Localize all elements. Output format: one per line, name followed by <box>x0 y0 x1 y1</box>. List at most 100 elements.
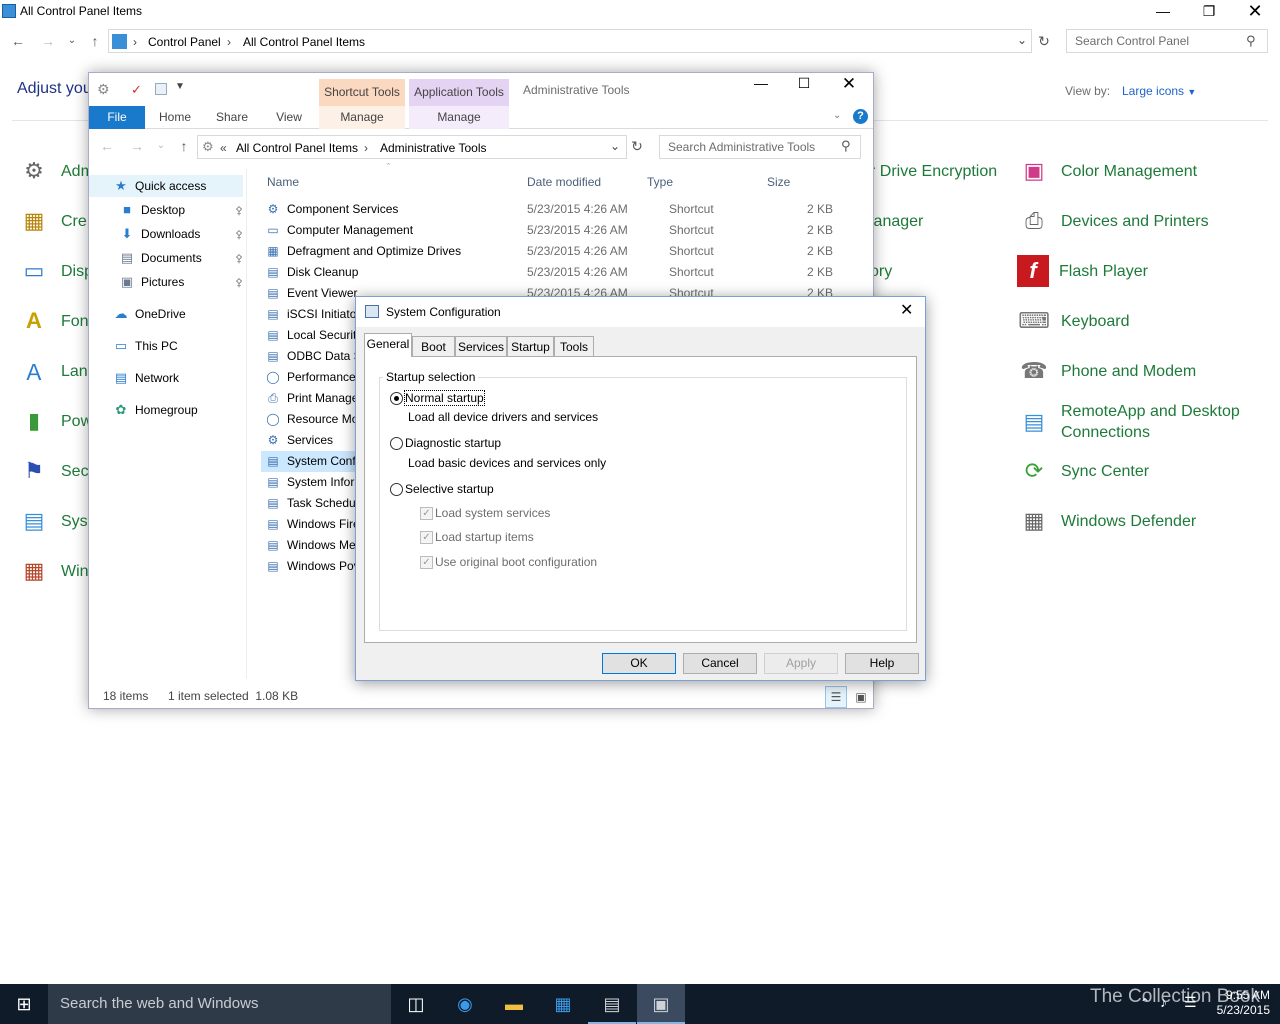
cp-item-security[interactable]: ⚑ Secu <box>17 451 97 491</box>
breadcrumb-control-panel[interactable]: Control Panel <box>148 35 221 49</box>
breadcrumb-all-items[interactable]: All Control Panel Items <box>236 141 358 155</box>
load-system-services-label[interactable]: Load system services <box>435 506 550 520</box>
customize-toolbar-icon[interactable]: ▼ <box>175 81 185 92</box>
cp-item-language[interactable]: Ａ Lan <box>17 351 88 391</box>
search-input[interactable]: Search Control Panel <box>1066 29 1268 53</box>
tab-manage-shortcut[interactable]: Manage <box>319 106 405 129</box>
breadcrumb-overflow[interactable]: « <box>220 141 227 155</box>
ok-button[interactable]: OK <box>602 653 676 674</box>
tab-view[interactable]: View <box>265 106 313 129</box>
recent-locations-icon[interactable]: ⌄ <box>62 31 82 51</box>
store-icon[interactable]: ▦ <box>539 984 587 1024</box>
tab-manage-application[interactable]: Manage <box>409 106 509 129</box>
windows-start-icon[interactable]: ⊞ <box>0 984 48 1024</box>
file-row[interactable]: ▦ Defragment and Optimize Drives 5/23/2015… <box>265 241 865 262</box>
nav-network[interactable]: ▤ Network <box>89 367 247 389</box>
tab-startup[interactable]: Startup <box>507 336 554 357</box>
close-button[interactable]: ✕ <box>900 300 913 320</box>
apply-button[interactable]: Apply <box>764 653 838 674</box>
cp-item-display[interactable]: ▭ Disp <box>17 251 93 291</box>
tab-share[interactable]: Share <box>207 106 257 129</box>
chevron-down-icon[interactable]: ▼ <box>1187 87 1196 97</box>
cp-item-bitlocker[interactable]: r Drive Encryption <box>870 151 997 191</box>
file-explorer-icon[interactable]: ▬ <box>490 984 538 1024</box>
cp-item-system[interactable]: ▤ Syst <box>17 501 93 541</box>
breadcrumb-separator-icon[interactable]: › <box>364 141 368 155</box>
cp-item-power-options[interactable]: ▮ Pow <box>17 401 92 441</box>
help-button[interactable]: Help <box>845 653 919 674</box>
nav-documents[interactable]: ▤ Documents ⚴ <box>89 247 247 269</box>
cp-item-remoteapp[interactable]: ▤ RemoteApp and Desktop Connections <box>1017 400 1257 444</box>
breadcrumb-all-items[interactable]: All Control Panel Items <box>243 35 365 49</box>
checkmark-icon[interactable]: ✓ <box>131 82 142 98</box>
column-date-modified[interactable]: Date modified <box>527 175 601 189</box>
selective-startup-radio[interactable] <box>390 483 403 496</box>
cp-item-fonts[interactable]: A Fon <box>17 301 89 341</box>
cp-item-windows-firewall[interactable]: ▦ Win <box>17 551 89 591</box>
close-button[interactable]: ✕ <box>1232 0 1278 24</box>
nav-pictures[interactable]: ▣ Pictures ⚴ <box>89 271 247 293</box>
task-view-icon[interactable]: ◫ <box>392 984 440 1024</box>
use-original-boot-checkbox[interactable]: ✓ <box>420 556 433 569</box>
nav-desktop[interactable]: ■ Desktop ⚴ <box>89 199 247 221</box>
tab-general[interactable]: General <box>364 333 412 357</box>
nav-downloads[interactable]: ⬇ Downloads ⚴ <box>89 223 247 245</box>
file-row[interactable]: ⚙ Component Services 5/23/2015 4:26 AM Shor… <box>265 199 865 220</box>
cp-item-windows-defender[interactable]: ▦ Windows Defender <box>1017 501 1197 541</box>
restore-button[interactable]: ❐ <box>1186 0 1232 24</box>
selective-startup-label[interactable]: Selective startup <box>405 482 494 496</box>
file-row-selected[interactable]: ▤ System Conf <box>261 451 361 472</box>
cp-item-phone-modem[interactable]: ☎ Phone and Modem <box>1017 351 1196 391</box>
tab-tools[interactable]: Tools <box>554 336 594 357</box>
address-dropdown-icon[interactable]: ⌄ <box>1017 33 1027 47</box>
column-type[interactable]: Type <box>647 175 673 189</box>
cp-item-flash-player[interactable]: f Flash Player <box>1017 251 1148 291</box>
volume-icon[interactable]: ♪ <box>1160 994 1167 1010</box>
refresh-icon[interactable]: ↻ <box>627 136 647 156</box>
details-view-icon[interactable]: ☰ <box>825 686 847 708</box>
action-center-icon[interactable]: ☰ <box>1184 994 1197 1011</box>
cp-item-devices-printers[interactable]: ⎙ Devices and Printers <box>1017 201 1208 241</box>
address-box[interactable]: › Control Panel › All Control Panel Item… <box>108 29 1032 53</box>
cp-item-color-management[interactable]: ▣ Color Management <box>1017 151 1197 191</box>
file-row[interactable]: ▤ Disk Cleanup 5/23/2015 4:26 AM Shortcut 2 … <box>265 262 865 283</box>
cp-item-sync-center[interactable]: ⟳ Sync Center <box>1017 451 1149 491</box>
minimize-button[interactable]: — <box>1140 0 1186 24</box>
tab-services[interactable]: Services <box>455 336 507 357</box>
cp-item-device-manager[interactable]: lanager <box>870 201 923 241</box>
cancel-button[interactable]: Cancel <box>683 653 757 674</box>
taskbar-search-input[interactable]: Search the web and Windows <box>48 984 391 1024</box>
nav-quick-access[interactable]: ★ Quick access <box>89 175 243 197</box>
column-name[interactable]: Name <box>267 175 299 189</box>
expand-ribbon-icon[interactable]: ⌄ <box>833 110 841 121</box>
nav-onedrive[interactable]: ☁ OneDrive <box>89 303 247 325</box>
pin-icon[interactable]: ⚴ <box>235 228 243 241</box>
tray-chevron-icon[interactable]: ⌃ <box>1140 996 1150 1010</box>
tab-home[interactable]: Home <box>151 106 199 129</box>
minimize-button[interactable]: — <box>749 75 773 91</box>
address-box[interactable]: ⚙ « All Control Panel Items › Administra… <box>197 135 627 159</box>
pin-icon[interactable]: ⚴ <box>235 204 243 217</box>
load-system-services-checkbox[interactable]: ✓ <box>420 507 433 520</box>
pin-icon[interactable]: ⚴ <box>235 252 243 265</box>
up-icon[interactable]: ↑ <box>85 31 105 51</box>
new-folder-icon[interactable] <box>155 83 167 95</box>
diagnostic-startup-radio[interactable] <box>390 437 403 450</box>
forward-icon[interactable]: → <box>127 136 147 156</box>
nav-this-pc[interactable]: ▭ This PC <box>89 335 247 357</box>
help-icon[interactable]: ? <box>853 109 868 124</box>
edge-browser-icon[interactable]: ◉ <box>441 984 489 1024</box>
tab-boot[interactable]: Boot <box>412 336 455 357</box>
close-button[interactable]: ✕ <box>837 74 861 94</box>
refresh-icon[interactable]: ↻ <box>1034 31 1054 51</box>
nav-homegroup[interactable]: ✿ Homegroup <box>89 399 247 421</box>
up-icon[interactable]: ↑ <box>174 136 194 156</box>
back-icon[interactable]: ← <box>97 136 117 156</box>
column-size[interactable]: Size <box>767 175 790 189</box>
breadcrumb-separator-icon[interactable]: › <box>133 35 137 49</box>
tab-file[interactable]: File <box>89 106 145 129</box>
diagnostic-startup-label[interactable]: Diagnostic startup <box>405 436 501 450</box>
msconfig-taskbar-icon[interactable]: ▣ <box>637 984 685 1024</box>
forward-icon[interactable]: → <box>38 31 58 51</box>
normal-startup-label[interactable]: Normal startup <box>404 390 485 406</box>
